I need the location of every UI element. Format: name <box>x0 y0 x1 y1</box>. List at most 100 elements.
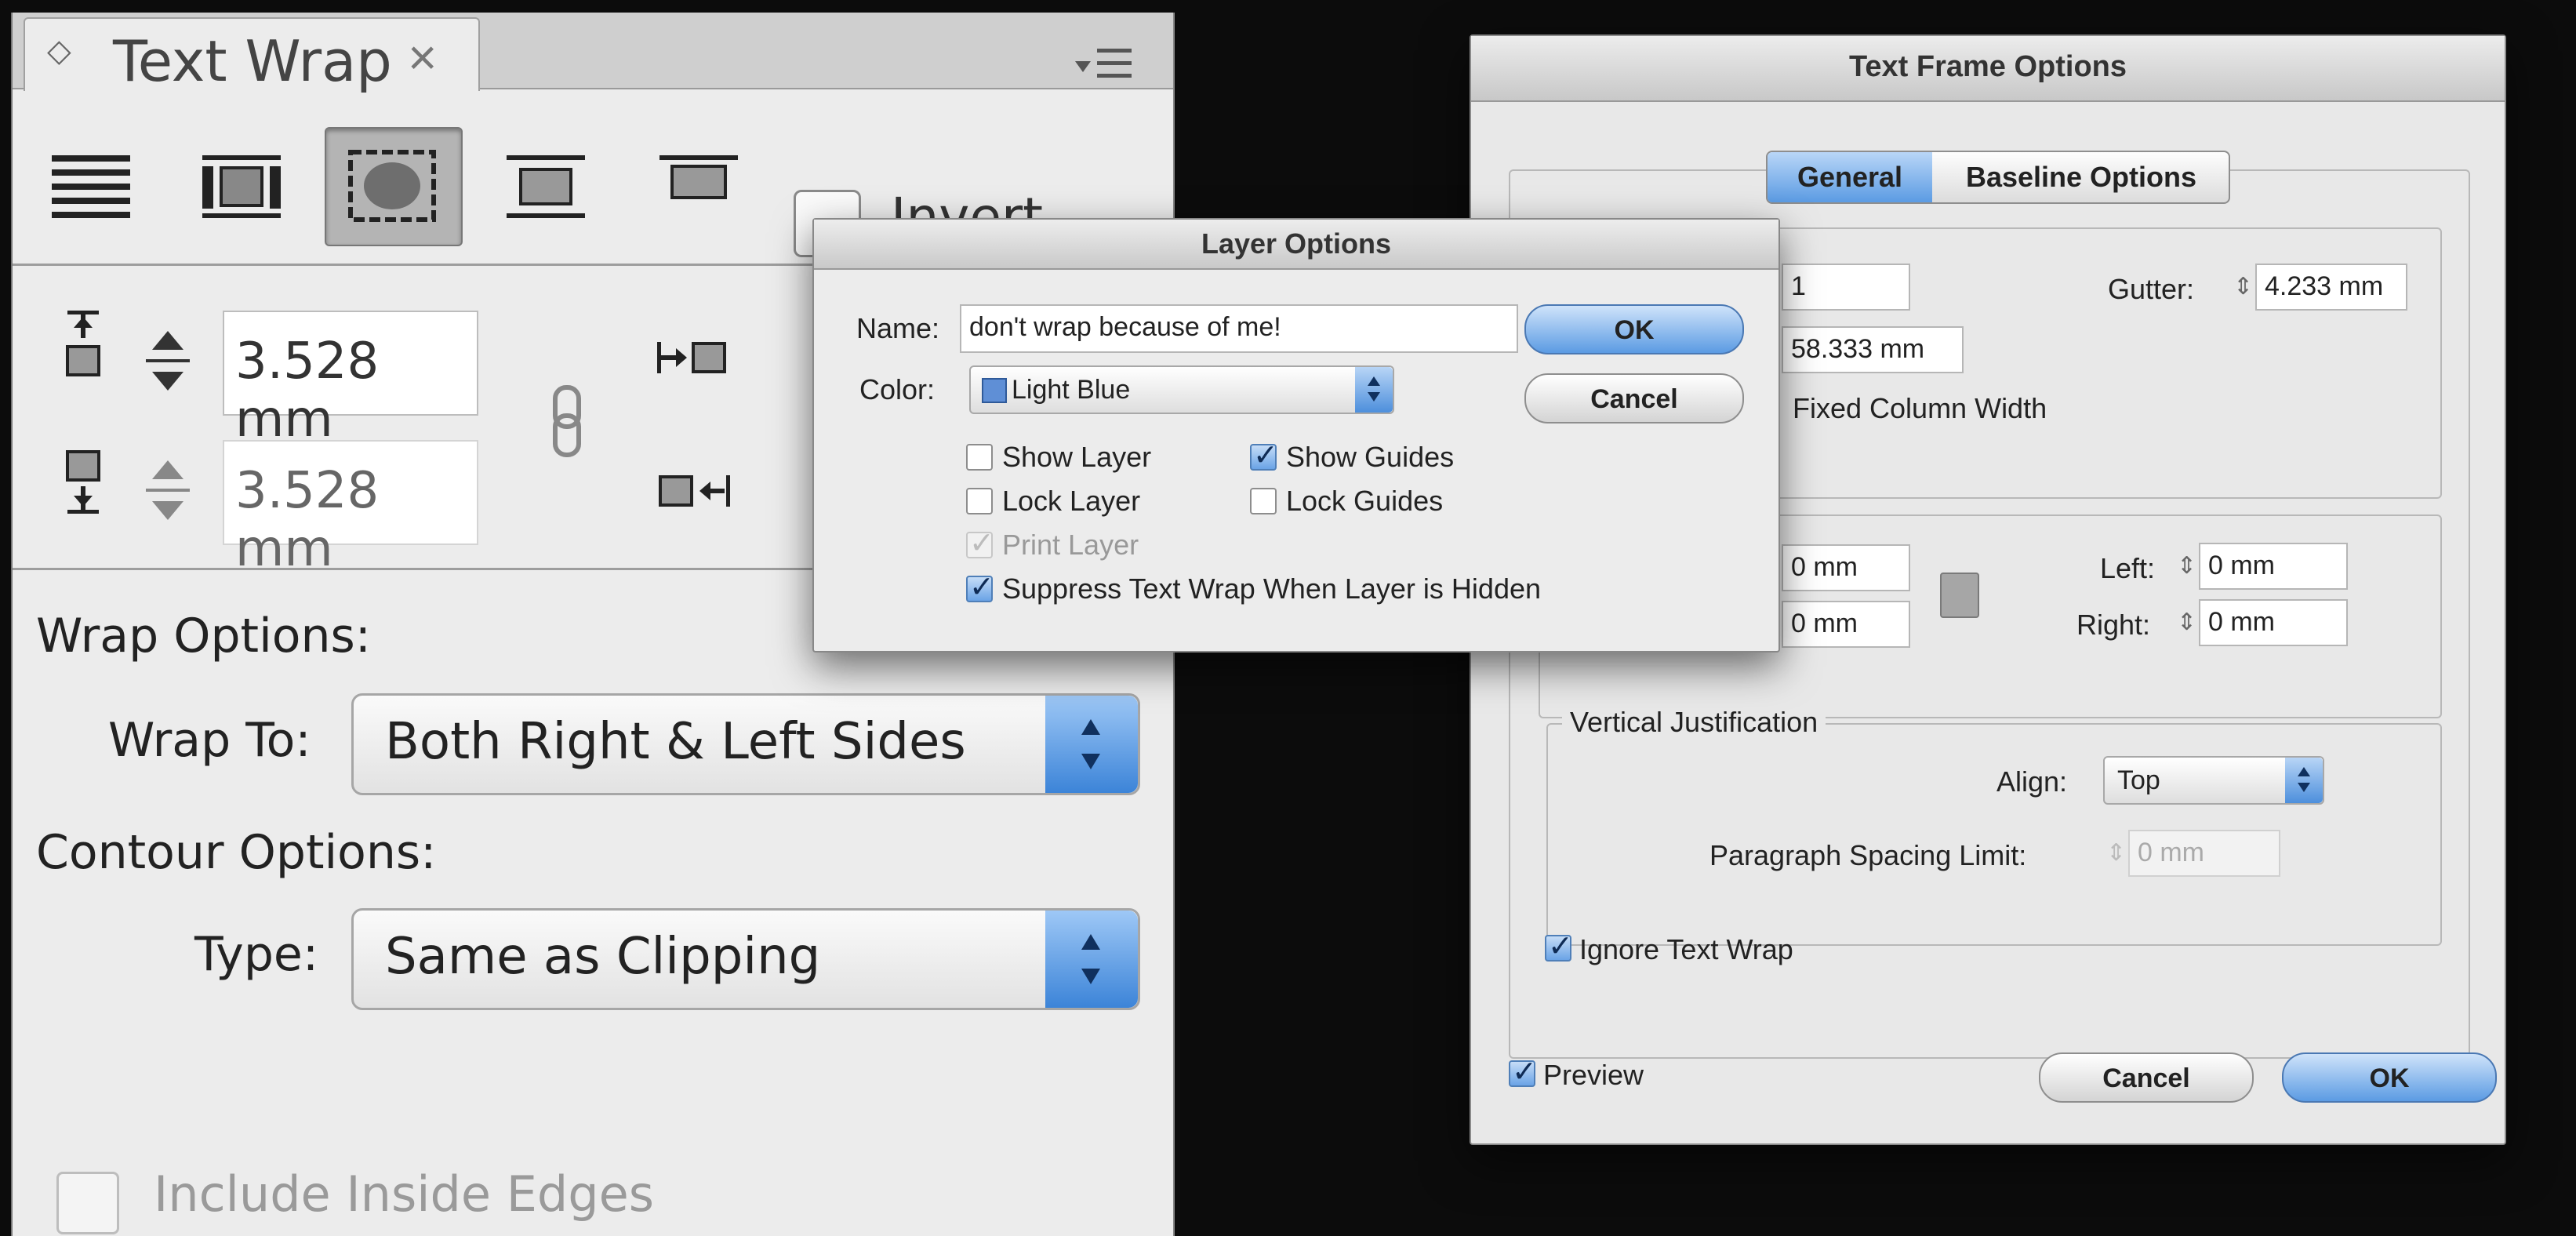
dropdown-arrows-icon <box>1355 367 1393 413</box>
link-offsets-icon[interactable] <box>549 381 588 471</box>
lock-layer-checkbox[interactable] <box>966 488 993 514</box>
tab-baseline-options[interactable]: Baseline Options <box>1934 152 2229 202</box>
left-offset-icon <box>656 334 742 385</box>
preview-checkbox[interactable] <box>1509 1054 1537 1089</box>
wrap-to-dropdown[interactable]: Both Right & Left Sides <box>351 693 1140 795</box>
type-label: Type: <box>194 927 319 982</box>
ok-button[interactable]: OK <box>2282 1052 2497 1103</box>
cancel-button[interactable]: Cancel <box>2039 1052 2254 1103</box>
print-layer-label: Print Layer <box>1002 529 1139 561</box>
ok-button-label: OK <box>1614 315 1655 345</box>
preview-label: Preview <box>1543 1059 1644 1091</box>
dialog-title: Text Frame Options <box>1848 50 2127 83</box>
inset-top-input[interactable]: 0 mm <box>1782 544 1910 591</box>
panel-title: Text Wrap <box>113 28 392 94</box>
inset-right-label: Right: <box>2076 609 2151 641</box>
number-of-columns-value: 1 <box>1791 271 1806 301</box>
bottom-offset-input[interactable]: 3.528 mm <box>223 440 478 578</box>
collapse-arrows-icon[interactable]: ◇ <box>47 33 71 69</box>
print-layer-checkbox[interactable] <box>966 525 994 560</box>
dialog-title: Layer Options <box>1201 227 1392 260</box>
lock-guides-checkbox[interactable] <box>1250 488 1277 514</box>
panel-tab-bar: ◇ Text Wrap × <box>13 13 1173 94</box>
paragraph-spacing-stepper[interactable]: ⇕ <box>2106 839 2126 867</box>
lock-layer-label: Lock Layer <box>1002 485 1141 517</box>
show-guides-label: Show Guides <box>1286 441 1455 473</box>
layer-name-input[interactable]: don't wrap because of me! <box>960 304 1518 353</box>
include-inside-edges-label: Include Inside Edges <box>154 1165 655 1223</box>
inset-left-stepper[interactable]: ⇕ <box>2177 552 2196 580</box>
layer-name-value: don't wrap because of me! <box>969 312 1281 342</box>
paragraph-spacing-limit-label: Paragraph Spacing Limit: <box>1709 839 2027 871</box>
ignore-text-wrap-label: Ignore Text Wrap <box>1579 933 1793 965</box>
column-width-value: 58.333 mm <box>1791 334 1925 364</box>
show-layer-checkbox[interactable] <box>966 444 993 471</box>
include-inside-edges-checkbox[interactable] <box>56 1172 119 1234</box>
inset-left-label: Left: <box>2100 552 2156 584</box>
paragraph-spacing-limit-input[interactable]: 0 mm <box>2128 830 2280 877</box>
inset-right-input[interactable]: 0 mm <box>2199 599 2348 646</box>
bottom-offset-stepper[interactable] <box>129 440 207 542</box>
inset-bottom-input[interactable]: 0 mm <box>1782 601 1910 648</box>
cancel-button[interactable]: Cancel <box>1524 373 1744 424</box>
jump-to-next-column-icon[interactable] <box>652 138 761 232</box>
gutter-label: Gutter: <box>2108 273 2195 305</box>
ignore-text-wrap-checkbox[interactable] <box>1545 929 1573 963</box>
tab-bar: General Baseline Options <box>1766 151 2230 204</box>
no-text-wrap-icon[interactable] <box>44 138 154 232</box>
jump-object-icon[interactable] <box>499 138 609 232</box>
wrap-to-value: Both Right & Left Sides <box>385 713 966 771</box>
align-value: Top <box>2117 765 2160 795</box>
suppress-text-wrap-checkbox[interactable] <box>966 569 994 604</box>
contour-type-value: Same as Clipping <box>385 928 821 986</box>
wrap-around-bounding-box-icon[interactable] <box>194 138 304 232</box>
show-layer-label: Show Layer <box>1002 441 1152 473</box>
tab-general[interactable]: General <box>1768 152 1932 202</box>
wrap-options-label: Wrap Options: <box>36 609 371 663</box>
vertical-justification-label: Vertical Justification <box>1562 706 1826 739</box>
inset-right-value: 0 mm <box>2208 607 2275 637</box>
ok-button[interactable]: OK <box>1524 304 1744 354</box>
color-label: Color: <box>859 373 936 405</box>
layer-color-dropdown[interactable]: Light Blue <box>969 365 1394 414</box>
close-icon[interactable]: × <box>408 28 437 86</box>
top-offset-value: 3.528 mm <box>235 333 380 449</box>
gutter-stepper[interactable]: ⇕ <box>2233 273 2253 300</box>
inset-left-value: 0 mm <box>2208 551 2275 580</box>
top-offset-input[interactable]: 3.528 mm <box>223 311 478 449</box>
inset-top-value: 0 mm <box>1791 552 1858 582</box>
dropdown-arrows-icon <box>2285 758 2323 803</box>
contour-type-dropdown[interactable]: Same as Clipping <box>351 908 1140 1010</box>
column-width-input[interactable]: 58.333 mm <box>1782 326 1964 373</box>
ok-button-label: OK <box>2369 1063 2410 1093</box>
wrap-to-label: Wrap To: <box>108 713 311 768</box>
link-inset-icon[interactable] <box>1940 573 1979 618</box>
gutter-value: 4.233 mm <box>2265 271 2384 301</box>
layer-color-value: Light Blue <box>1012 375 1131 405</box>
dropdown-arrows-icon <box>1045 911 1138 1008</box>
suppress-text-wrap-label: Suppress Text Wrap When Layer is Hidden <box>1002 573 1542 605</box>
panel-menu-icon[interactable] <box>1075 41 1138 88</box>
paragraph-spacing-limit-value: 0 mm <box>2138 838 2204 867</box>
number-of-columns-input[interactable]: 1 <box>1782 264 1910 311</box>
align-label: Align: <box>1996 765 2068 798</box>
fixed-column-width-label: Fixed Column Width <box>1793 392 2047 424</box>
right-offset-icon <box>656 467 742 518</box>
top-offset-icon <box>60 309 107 399</box>
wrap-around-object-shape-icon[interactable] <box>338 138 448 232</box>
gutter-input[interactable]: 4.233 mm <box>2255 264 2407 311</box>
name-label: Name: <box>856 312 940 344</box>
layer-options-dialog: Layer Options Name: don't wrap because o… <box>812 218 1780 653</box>
show-guides-checkbox[interactable] <box>1250 438 1278 472</box>
inset-bottom-value: 0 mm <box>1791 609 1858 638</box>
inset-left-input[interactable]: 0 mm <box>2199 543 2348 590</box>
inset-right-stepper[interactable]: ⇕ <box>2177 609 2196 636</box>
align-dropdown[interactable]: Top <box>2103 756 2324 805</box>
top-offset-stepper[interactable] <box>129 311 207 413</box>
color-swatch <box>982 378 1007 403</box>
cancel-button-label: Cancel <box>2102 1063 2190 1093</box>
bottom-offset-icon <box>60 444 107 534</box>
tab-text-wrap[interactable]: ◇ Text Wrap × <box>24 17 480 94</box>
cancel-button-label: Cancel <box>1590 384 1678 414</box>
dialog-title-bar: Layer Options <box>814 220 1778 270</box>
